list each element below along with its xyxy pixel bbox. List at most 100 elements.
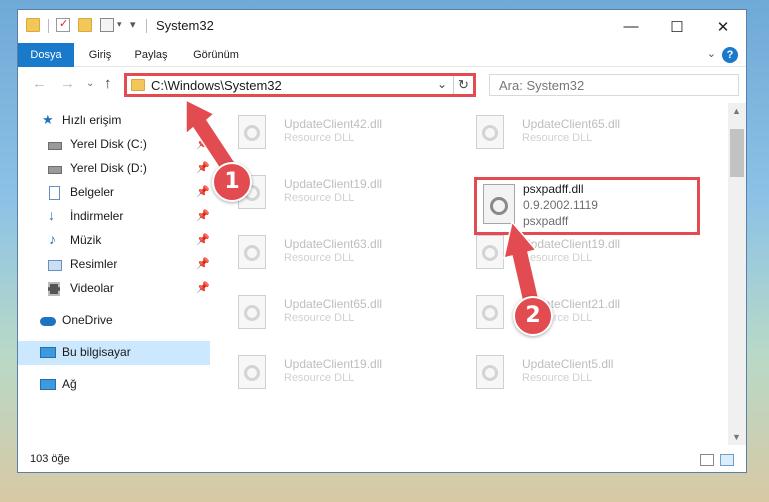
step-2-badge: 2 [513,296,553,336]
tab-home[interactable]: Giriş [80,43,120,67]
pin-icon[interactable]: 📌 [196,281,210,294]
pictures-icon [48,260,62,271]
sidebar-item-label: Yerel Disk (D:) [70,161,147,175]
file-item[interactable]: UpdateClient5.dll Resource DLL [452,347,674,397]
address-path[interactable]: C:\Windows\System32 [151,78,282,93]
chevron-down-icon[interactable]: ▾ [117,19,122,30]
sidebar-item-pictures[interactable]: Resimler 📌 [18,253,210,277]
window-title: System32 [156,18,214,33]
navigation-bar: ← → ⌄ ↑ C:\Windows\System32 ⌄ ↻ Ara: Sys… [18,67,746,103]
scroll-up-icon[interactable]: ▲ [732,106,741,116]
recent-locations-icon[interactable]: ⌄ [86,78,94,89]
up-button[interactable]: ↑ [104,75,112,92]
dll-file-icon [238,235,266,269]
tab-view[interactable]: Görünüm [186,43,246,67]
file-item[interactable]: UpdateClient65.dll Resource DLL [452,107,674,157]
file-item[interactable]: UpdateClient63.dll Resource DLL [214,227,436,277]
file-description: psxpadff [523,214,569,228]
divider [48,19,49,33]
new-folder-icon[interactable] [78,18,92,32]
vertical-scrollbar[interactable]: ▲ ▼ [728,103,746,445]
sidebar-item-this-pc[interactable]: Bu bilgisayar [18,341,210,365]
dll-file-icon [476,295,504,329]
chevron-down-icon[interactable]: ⌄ [437,77,447,91]
sidebar-item-onedrive[interactable]: OneDrive [18,309,210,333]
pin-icon[interactable]: 📌 [196,209,210,222]
dll-file-icon [238,295,266,329]
sidebar-item-disk-d[interactable]: Yerel Disk (D:) 📌 [18,157,210,181]
file-name: UpdateClient19.dll [522,237,621,251]
pin-icon[interactable]: 📌 [196,185,210,198]
file-name: UpdateClient19.dll [284,177,383,191]
search-input[interactable]: Ara: System32 [489,74,739,96]
file-name: UpdateClient42.dll [284,117,383,131]
file-item[interactable]: UpdateClient42.dll Resource DLL [214,107,436,157]
title-bar: ✓ ▾ ▾ System32 — ☐ ✕ [18,10,746,43]
dll-file-icon [238,355,266,389]
dll-file-icon [483,184,515,224]
item-count: 103 öğe [30,453,70,465]
sidebar-item-videos[interactable]: Videolar 📌 [18,277,210,301]
pin-icon[interactable]: 📌 [196,257,210,270]
file-name: psxpadff.dll [523,182,584,196]
file-version: 0.9.2002.1119 [523,198,598,212]
file-name: UpdateClient5.dll [522,357,614,371]
details-view-icon[interactable] [700,454,714,466]
scrollbar-thumb[interactable] [730,129,744,177]
pin-icon[interactable]: 📌 [196,233,210,246]
sidebar-item-quick-access[interactable]: ★ Hızlı erişim [18,109,210,133]
file-item[interactable]: UpdateClient19.dll Resource DLL [214,347,436,397]
address-bar[interactable]: C:\Windows\System32 ⌄ ↻ [124,73,476,97]
maximize-button[interactable]: ☐ [654,10,700,43]
sidebar-item-label: İndirmeler [70,209,124,223]
file-item[interactable]: UpdateClient65.dll Resource DLL [214,287,436,337]
folder-icon [131,79,145,91]
documents-icon [49,186,60,200]
close-button[interactable]: ✕ [700,10,746,43]
help-button[interactable]: ? [722,47,738,63]
file-name: UpdateClient63.dll [284,237,383,251]
back-button[interactable]: ← [32,75,47,92]
pin-icon[interactable]: 📌 [196,137,210,150]
file-item[interactable]: UpdateClient21.dll Resource DLL [452,287,674,337]
drive-icon [48,166,62,174]
expand-ribbon-icon[interactable]: ⌄ [707,47,716,60]
highlighted-file-item[interactable]: psxpadff.dll 0.9.2002.1119 psxpadff [474,177,700,235]
sidebar-item-documents[interactable]: Belgeler 📌 [18,181,210,205]
sidebar-item-label: Ağ [62,377,77,391]
sidebar-item-downloads[interactable]: ↓ İndirmeler 📌 [18,205,210,229]
pin-icon[interactable]: 📌 [196,161,210,174]
sidebar-item-music[interactable]: ♪ Müzik 📌 [18,229,210,253]
customize-toolbar-icon[interactable]: ▾ [130,18,136,31]
file-type: Resource DLL [284,372,355,384]
sidebar-item-label: Bu bilgisayar [62,345,131,359]
file-name: UpdateClient65.dll [284,297,383,311]
forward-button[interactable]: → [60,75,75,92]
scroll-down-icon[interactable]: ▼ [732,432,741,442]
sidebar-item-disk-c[interactable]: Yerel Disk (C:) 📌 [18,133,210,157]
sidebar-item-label: Hızlı erişim [62,113,122,127]
file-type: Resource DLL [284,132,355,144]
step-1-badge: 1 [212,162,252,202]
minimize-button[interactable]: — [608,10,654,43]
properties-icon[interactable]: ✓ [56,18,70,32]
dll-file-icon [476,235,504,269]
sidebar-item-label: Resimler [70,257,118,271]
file-type: Resource DLL [284,192,355,204]
view-menu-icon[interactable] [100,18,114,32]
dll-file-icon [476,115,504,149]
refresh-icon[interactable]: ↻ [453,76,473,94]
tab-file[interactable]: Dosya [18,43,74,67]
divider [146,19,147,33]
cloud-icon [40,317,56,326]
tab-share[interactable]: Paylaş [126,43,176,67]
file-list: UpdateClient42.dll Resource DLL UpdateCl… [214,103,728,445]
file-name: UpdateClient65.dll [522,117,621,131]
dll-file-icon [238,115,266,149]
sidebar-item-label: Belgeler [70,185,115,199]
tiles-view-icon[interactable] [720,454,734,466]
sidebar-item-network[interactable]: Ağ [18,373,210,397]
sidebar-item-label: Yerel Disk (C:) [70,137,147,151]
sidebar-item-label: Videolar [70,281,114,295]
dll-file-icon [476,355,504,389]
